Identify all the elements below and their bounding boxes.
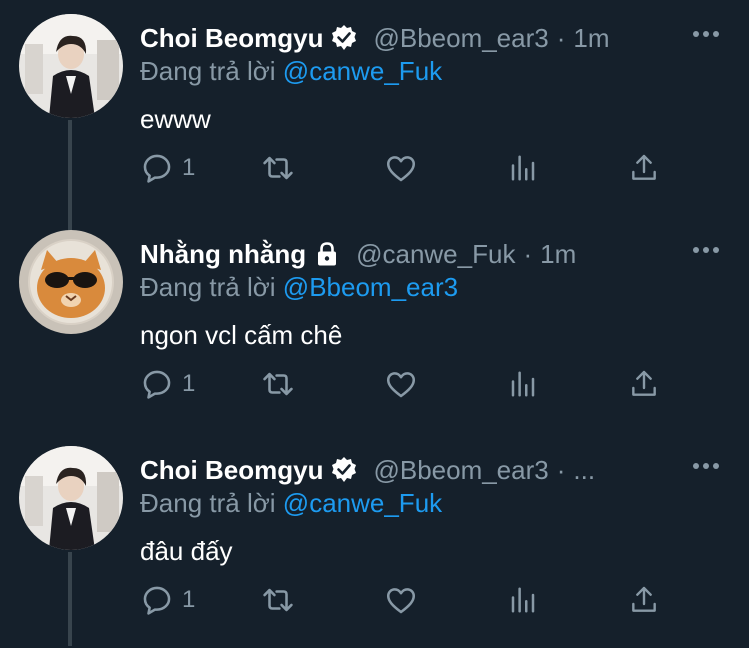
tweet[interactable]: Nhằng nhằng @canwe_Fuk · 1m Đang trả lời… <box>0 216 749 432</box>
tweet-text: ngon vcl cấm chê <box>140 320 343 350</box>
replying-to-label: Đang trả lời <box>140 56 276 86</box>
replying-to-handle[interactable]: @Bbeom_ear3 <box>283 272 458 302</box>
avatar[interactable] <box>19 230 123 334</box>
analytics-icon <box>511 155 535 181</box>
action-bar: 1 <box>0 580 749 620</box>
separator-dot: · <box>556 454 566 485</box>
retweet-button[interactable] <box>260 580 296 620</box>
analytics-icon <box>511 371 535 397</box>
share-button[interactable] <box>628 580 660 620</box>
replying-to: Đang trả lời @canwe_Fuk <box>140 56 442 87</box>
reply-button[interactable]: 1 <box>140 148 195 188</box>
lock-icon <box>312 239 342 269</box>
replying-to-label: Đang trả lời <box>140 272 276 302</box>
retweet-icon <box>263 156 293 180</box>
replying-to-handle[interactable]: @canwe_Fuk <box>283 488 442 518</box>
tweet[interactable]: Choi Beomgyu @Bbeom_ear3 · ... Đang trả … <box>0 432 749 648</box>
replying-to-label: Đang trả lời <box>140 488 276 518</box>
verified-badge-icon <box>329 23 359 53</box>
timestamp[interactable]: 1m <box>573 23 609 54</box>
display-name[interactable]: Choi Beomgyu <box>140 455 323 486</box>
timestamp[interactable]: 1m <box>540 239 576 270</box>
reply-icon <box>143 586 171 615</box>
reply-count: 1 <box>182 586 196 613</box>
timestamp[interactable]: ... <box>573 455 595 486</box>
verified-badge-icon <box>329 455 359 485</box>
share-icon <box>632 586 656 612</box>
retweet-button[interactable] <box>260 148 296 188</box>
like-button[interactable] <box>384 364 418 404</box>
like-button[interactable] <box>384 148 418 188</box>
avatar[interactable] <box>19 446 123 550</box>
replying-to: Đang trả lời @Bbeom_ear3 <box>140 272 458 303</box>
tweet[interactable]: Choi Beomgyu @Bbeom_ear3 · 1m Đang trả l… <box>0 0 749 216</box>
share-button[interactable] <box>628 148 660 188</box>
analytics-button[interactable] <box>508 148 538 188</box>
analytics-button[interactable] <box>508 580 538 620</box>
separator-dot: · <box>556 22 566 53</box>
reply-count: 1 <box>182 370 196 397</box>
more-options-icon[interactable] <box>691 240 721 260</box>
replying-to: Đang trả lời @canwe_Fuk <box>140 488 442 519</box>
retweet-icon <box>263 588 293 612</box>
reply-icon <box>143 154 171 183</box>
replying-to-handle[interactable]: @canwe_Fuk <box>283 56 442 86</box>
handle[interactable]: @Bbeom_ear3 <box>373 455 548 486</box>
heart-icon <box>386 588 416 614</box>
separator-dot: · <box>523 238 533 269</box>
reply-button[interactable]: 1 <box>140 580 195 620</box>
analytics-icon <box>511 587 535 613</box>
handle[interactable]: @canwe_Fuk <box>356 239 515 270</box>
display-name[interactable]: Choi Beomgyu <box>140 23 323 54</box>
more-options-icon[interactable] <box>691 456 721 476</box>
tweet-text: ewww <box>140 104 211 134</box>
share-icon <box>632 370 656 396</box>
tweet-text: đâu đấy <box>140 536 233 566</box>
reply-icon <box>143 370 171 399</box>
share-icon <box>632 154 656 180</box>
like-button[interactable] <box>384 580 418 620</box>
action-bar: 1 <box>0 364 749 404</box>
retweet-button[interactable] <box>260 364 296 404</box>
reply-count: 1 <box>182 154 196 181</box>
retweet-icon <box>263 372 293 396</box>
heart-icon <box>386 372 416 398</box>
share-button[interactable] <box>628 364 660 404</box>
avatar[interactable] <box>19 14 123 118</box>
handle[interactable]: @Bbeom_ear3 <box>373 23 548 54</box>
reply-button[interactable]: 1 <box>140 364 195 404</box>
analytics-button[interactable] <box>508 364 538 404</box>
action-bar: 1 <box>0 148 749 188</box>
heart-icon <box>386 156 416 182</box>
display-name[interactable]: Nhằng nhằng <box>140 239 306 270</box>
more-options-icon[interactable] <box>691 24 721 44</box>
